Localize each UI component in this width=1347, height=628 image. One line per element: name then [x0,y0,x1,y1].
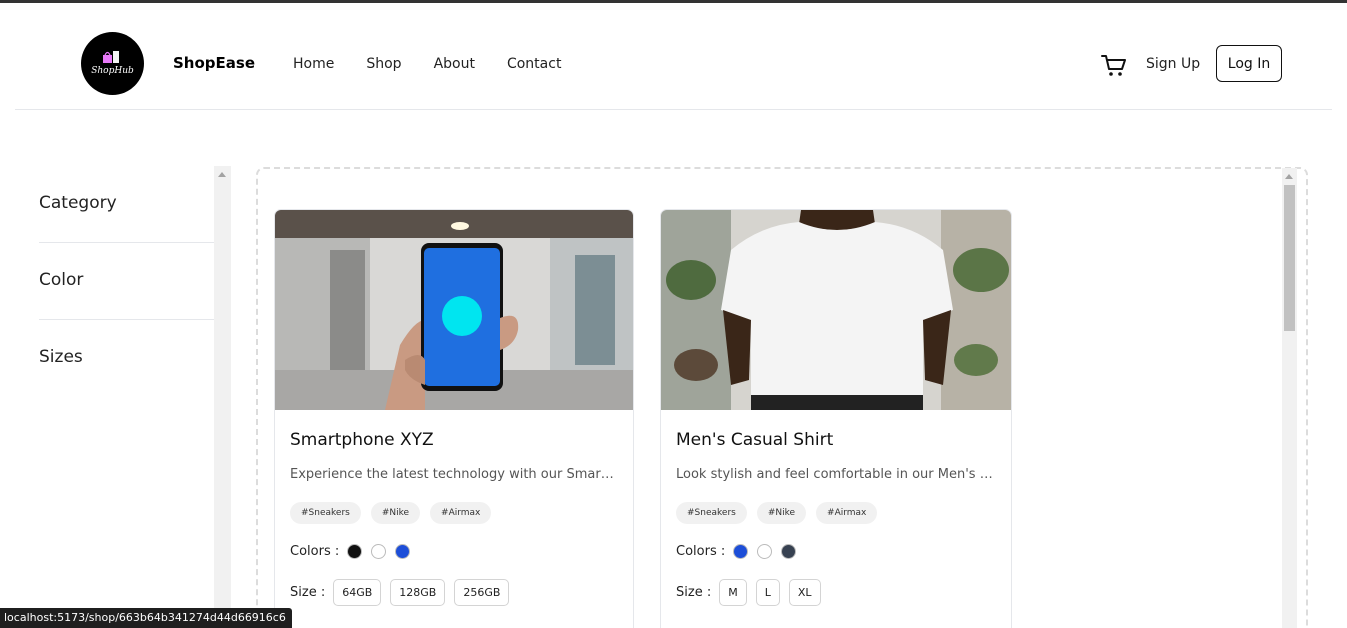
tag-chip[interactable]: #Airmax [430,502,492,524]
colors-label: Colors : [290,544,340,559]
main-nav: Home Shop About Contact [293,56,593,72]
site-header: ShopHub ShopEase Home Shop About Contact… [15,3,1332,110]
product-grid-scrollbar[interactable] [1282,168,1297,628]
scroll-up-arrow-icon[interactable] [218,172,226,177]
logo-text: ShopHub [91,66,134,76]
product-card[interactable]: Men's Casual Shirt Look stylish and feel… [660,209,1012,628]
signup-link[interactable]: Sign Up [1146,56,1200,72]
size-label: Size : [676,585,712,600]
product-title[interactable]: Men's Casual Shirt [676,430,996,450]
brand-name[interactable]: ShopEase [173,54,255,72]
color-swatch[interactable] [347,544,363,559]
product-image[interactable] [275,210,633,410]
scrollbar-thumb[interactable] [1284,185,1295,331]
color-swatch[interactable] [781,544,797,559]
size-option[interactable]: XL [788,579,821,606]
color-swatch[interactable] [371,544,387,559]
filter-sidebar: Category Color Sizes [39,166,214,628]
sidebar-scrollbar[interactable] [214,166,231,628]
product-description: Look stylish and feel comfortable in our… [676,467,996,482]
size-option[interactable]: M [719,579,747,606]
tag-chip[interactable]: #Sneakers [290,502,361,524]
product-tags: #Sneakers #Nike #Airmax [290,502,618,524]
product-image[interactable] [661,210,1011,410]
nav-shop[interactable]: Shop [366,56,401,72]
size-option[interactable]: 64GB [333,579,382,606]
login-button[interactable]: Log In [1216,45,1282,82]
tag-chip[interactable]: #Nike [756,502,807,524]
shopping-bag-icon [103,51,119,63]
size-options: Size : 64GB 128GB 256GB [290,579,618,606]
product-description: Experience the latest technology with ou… [290,467,618,482]
color-swatch[interactable] [757,544,773,559]
size-label: Size : [290,585,326,600]
color-options: Colors : [290,544,618,559]
filter-sizes[interactable]: Sizes [39,320,214,397]
size-option[interactable]: 256GB [454,579,510,606]
colors-label: Colors : [676,544,726,559]
color-swatch[interactable] [733,544,749,559]
shop-logo[interactable]: ShopHub [81,32,144,95]
product-title[interactable]: Smartphone XYZ [290,430,618,450]
size-option[interactable]: L [755,579,780,606]
nav-about[interactable]: About [434,56,475,72]
size-options: Size : M L XL [676,579,996,606]
scroll-up-arrow-icon[interactable] [1285,174,1293,179]
tag-chip[interactable]: #Sneakers [676,502,747,524]
tag-chip[interactable]: #Airmax [816,502,878,524]
tag-chip[interactable]: #Nike [370,502,421,524]
filter-category[interactable]: Category [39,166,214,243]
color-swatch[interactable] [395,544,411,559]
smartphone-photo [275,210,633,410]
browser-status-url: localhost:5173/shop/663b64b341274d44d669… [0,608,292,628]
cart-icon[interactable] [1101,53,1127,77]
filter-color[interactable]: Color [39,243,214,320]
nav-home[interactable]: Home [293,56,334,72]
product-card[interactable]: Smartphone XYZ Experience the latest tec… [274,209,634,628]
nav-contact[interactable]: Contact [507,56,561,72]
size-option[interactable]: 128GB [390,579,446,606]
color-options: Colors : [676,544,996,559]
product-tags: #Sneakers #Nike #Airmax [676,502,996,524]
shirt-photo [661,210,1011,410]
